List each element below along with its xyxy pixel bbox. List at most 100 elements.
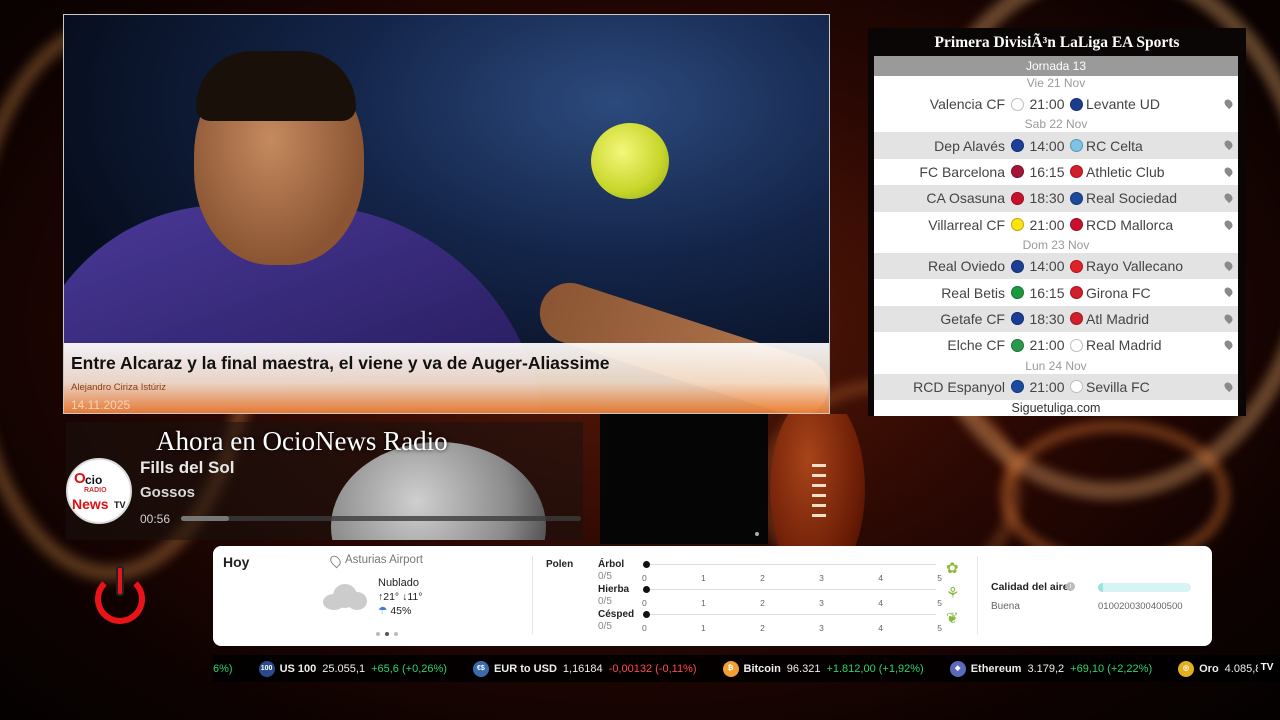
league-footer-link[interactable]: Siguetuliga.com [874,400,1238,419]
fixture-row[interactable]: CA Osasuna 18:30 Real Sociedad [874,185,1238,212]
away-team-crest-icon [1070,259,1083,273]
fixture-day-label: Vie 21 Nov [1026,76,1086,90]
pollen-scale: 0 1 2 3 4 5 [642,623,942,633]
asset-icon: 100 [258,660,275,677]
news-headline[interactable]: Entre Alcaraz y la final maestra, el vie… [71,353,822,374]
weather-low: 11° [407,591,423,603]
video-cursor [755,532,759,536]
fixture-row[interactable]: Real Oviedo 14:00 Rayo Vallecano [874,252,1238,280]
home-team-crest-icon [1011,139,1024,153]
fixture-day-label: Sab 22 Nov [1024,117,1088,132]
asset-change: +65,6 (+0,26%) [371,662,447,675]
asset-icon: €$ [472,660,489,677]
weather-high: 21° [383,591,400,603]
home-team-crest-icon [1011,380,1024,394]
air-quality-label: Calidad del aire [991,581,1069,593]
pollen-level-marker [643,586,650,593]
ocionews-logo: O cio RADIO News TV [66,458,132,524]
power-icon-stem [116,566,124,596]
pollen-plant-icon: ❦ [946,610,959,627]
away-team: RC Celta [1086,137,1143,154]
away-team-crest-icon [1070,165,1083,179]
league-jornada: Jornada 13 [874,56,1238,76]
tradingview-logo[interactable]: TV [1258,660,1276,676]
radio-player: Ahora en OcioNews Radio O cio RADIO News… [66,422,583,540]
home-team-crest-icon [1011,97,1024,111]
pollen-scale-tick: 5 [937,598,942,608]
home-team: FC Barcelona [919,163,1005,180]
away-team: Rayo Vallecano [1086,258,1184,275]
weather-location[interactable]: Asturias Airport [329,554,423,566]
football-ball [770,414,865,550]
kickoff-time: 21:00 [1029,337,1065,354]
away-team: Levante UD [1086,96,1160,113]
pollen-level-marker [643,611,650,618]
pollen-plant-icon: ⚘ [946,585,960,602]
away-team: RCD Mallorca [1086,216,1174,233]
radio-title: Ahora en OcioNews Radio [156,426,448,456]
kickoff-time: 18:30 [1029,190,1065,207]
pollen-scale-tick: 4 [878,573,883,583]
fixture-row[interactable]: FC Barcelona 16:15 Athletic Club [874,159,1238,185]
cloud-icon [323,582,367,610]
ticker-item[interactable]: ◆ Ethereum 3.179,2 +69,10 (+2,22%) [949,660,1153,677]
home-team: Real Betis [941,284,1005,301]
radio-elapsed-time: 00:56 [140,512,171,526]
fixture-row[interactable]: RCD Espanyol 21:00 Sevilla FC [874,373,1238,400]
asset-icon: ◆ [949,660,966,677]
ticker-item[interactable]: €$ EUR to USD 1,16184 -0,00132 (-0,11%) [472,660,697,677]
news-card[interactable]: Entre Alcaraz y la final maestra, el vie… [63,14,830,414]
football-lace [812,514,826,517]
air-quality-scale: 0100200300400500 [1098,601,1183,612]
fixture-row[interactable]: Real Betis 16:15 Girona FC [874,279,1238,305]
pollen-scale-tick: 0 [642,573,647,583]
info-icon[interactable]: i [1066,582,1075,591]
asset-name: EUR to USD [493,662,557,675]
away-team: Real Sociedad [1086,190,1178,207]
air-quality-bar [1098,583,1191,592]
away-team: Sevilla FC [1086,378,1150,395]
pollen-row: Césped 0/5 0 1 2 3 4 5 ❦ [598,609,959,633]
weather-day-label: Hoy [223,554,250,570]
video-panel[interactable] [600,414,768,544]
kickoff-time: 16:15 [1029,163,1065,180]
fixture-row[interactable]: Elche CF 21:00 Real Madrid [874,332,1238,358]
home-team: Elche CF [947,337,1005,354]
home-team: Dep Alavés [934,137,1005,154]
page-dot[interactable] [376,632,380,636]
radio-progress-bar[interactable] [181,516,581,521]
ticker-item[interactable]: 100 US 100 25.055,1 +65,6 (+0,26%) [258,660,447,677]
news-date: 14.11.2025 [71,398,131,412]
weather-widget: Hoy Asturias Airport Nublado ↑21° ↓11° ☂… [213,546,1212,646]
away-team-crest-icon [1070,97,1083,111]
pollen-scale-tick: 3 [819,598,824,608]
power-button[interactable] [95,566,145,624]
home-team: RCD Espanyol [913,378,1005,395]
pollen-scale-tick: 2 [760,598,765,608]
ticker-items: 6%) 100 US 100 25.055,1 +65,6 (+0,26%) €$ EUR … [213,660,1280,677]
divider [532,556,533,634]
news-author: Alejandro Ciriza Istúriz [71,382,167,393]
asset-change: 6%) [213,662,233,675]
fixture-row[interactable]: Getafe CF 18:30 Atl Madrid [874,305,1238,333]
asset-price: 3.179,2 [1027,662,1065,675]
pollen-scale-tick: 1 [701,623,706,633]
fixture-row[interactable]: Valencia CF 21:00 Levante UD [874,91,1238,117]
home-team-crest-icon [1011,338,1024,352]
kickoff-time: 16:15 [1029,284,1065,301]
fixture-row[interactable]: Dep Alavés 14:00 RC Celta [874,132,1238,159]
fixture-row[interactable]: Villarreal CF 21:00 RCD Mallorca [874,212,1238,238]
pollen-scale-tick: 1 [701,598,706,608]
home-team: Villarreal CF [928,216,1005,233]
page-dot[interactable] [394,632,398,636]
ticker-item[interactable]: 6%) [213,663,233,675]
kickoff-time: 18:30 [1029,310,1065,327]
away-team-crest-icon [1070,380,1083,394]
football-image [770,414,868,550]
ticker-item[interactable]: ₿ Bitcoin 96.321 +1.812,00 (+1,92%) [722,660,924,677]
pollen-type: Hierba [598,584,630,595]
weather-pagination[interactable] [376,632,398,636]
home-team: Real Oviedo [927,258,1005,275]
page-dot-active[interactable] [385,632,389,636]
asset-change: +69,10 (+2,22%) [1070,662,1153,675]
